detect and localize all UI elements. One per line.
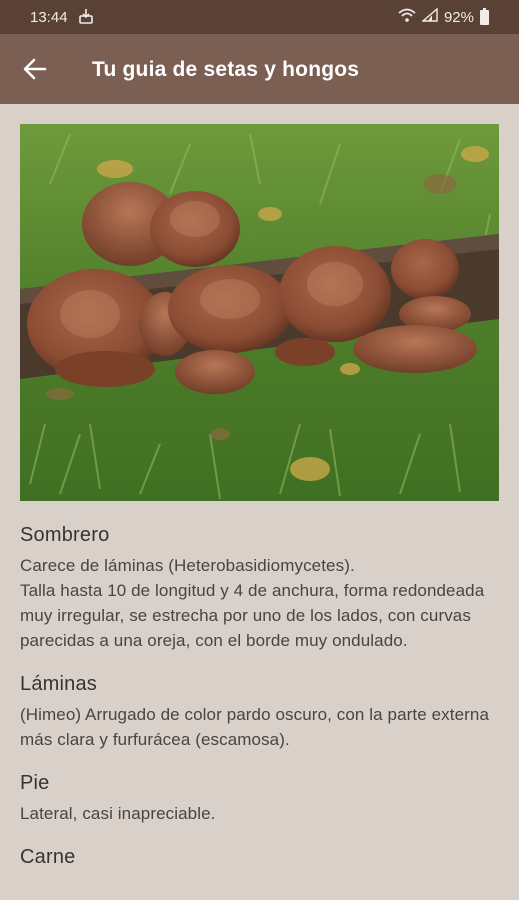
app-bar: Tu guia de setas y hongos	[0, 34, 519, 104]
section-carne: Carne	[20, 846, 505, 869]
download-icon	[78, 7, 94, 25]
section-heading: Láminas	[20, 673, 97, 695]
signal-icon	[421, 7, 438, 26]
mushroom-photo	[20, 124, 499, 501]
section-body: Carece de láminas (Heterobasidiomycetes)…	[20, 556, 485, 650]
section-body: Lateral, casi inapreciable.	[20, 804, 216, 823]
page-title: Tu guia de setas y hongos	[92, 58, 360, 81]
section-sombrero: Sombrero Carece de láminas (Heterobasidi…	[20, 524, 505, 653]
section-laminas: Láminas (Himeo) Arrugado de color pardo …	[20, 673, 505, 752]
wifi-icon	[398, 8, 416, 26]
back-button[interactable]	[20, 54, 50, 84]
section-heading: Carne	[20, 846, 76, 868]
description-content: Sombrero Carece de láminas (Heterobasidi…	[20, 524, 505, 875]
section-pie: Pie Lateral, casi inapreciable.	[20, 772, 505, 826]
battery-percent: 92%	[443, 8, 474, 26]
section-heading: Sombrero	[20, 524, 110, 546]
status-time: 13:44	[30, 9, 68, 26]
arrow-back-icon	[23, 58, 47, 80]
battery-icon	[480, 7, 489, 25]
status-bar: 13:44 92%	[0, 0, 519, 34]
section-heading: Pie	[20, 772, 50, 794]
section-body: (Himeo) Arrugado de color pardo oscuro, …	[20, 705, 490, 749]
status-indicators: 92%	[398, 7, 489, 26]
